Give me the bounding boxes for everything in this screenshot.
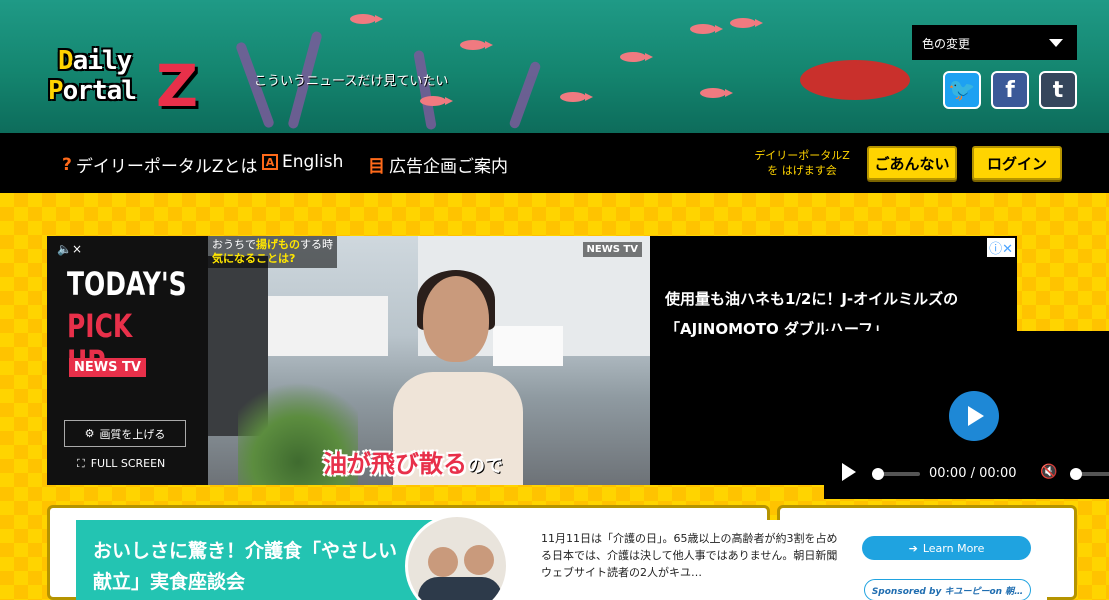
fish-decoration	[560, 92, 593, 102]
nav-about-label: デイリーポータルZとは	[75, 157, 258, 177]
fish-decoration	[690, 24, 723, 34]
channel-badge: NEWS TV	[582, 242, 642, 257]
header-banner: Daily Portal Z こういうニュースだけ見ていたい 色の変更 🐦 f …	[0, 0, 1109, 133]
play-button[interactable]	[842, 463, 856, 481]
nav-about[interactable]: ? デイリーポータルZとは	[62, 152, 258, 178]
color-select-label: 色の変更	[922, 37, 971, 51]
sponsored-ad-body: 11月11日は「介護の日」。65歳以上の高齢者が約3割を占める日本では、介護は決…	[541, 532, 838, 579]
learn-more-button[interactable]: ➔ Learn More	[862, 536, 1031, 560]
sponsored-ad-banner: おいしさに驚き！介護食「やさしい献立」実食座談会	[76, 520, 438, 600]
twitter-icon[interactable]: 🐦	[943, 71, 981, 109]
facebook-icon[interactable]: f	[991, 71, 1029, 109]
fish-decoration	[350, 14, 383, 24]
question-icon: ?	[62, 154, 72, 175]
nav-ads[interactable]: 目 広告企画ご案内	[368, 152, 508, 177]
fullscreen-label: FULL SCREEN	[90, 457, 166, 470]
logo-z: Z	[156, 52, 199, 120]
nav-english[interactable]: A English	[262, 152, 343, 172]
site-tagline: こういうニュースだけ見ていたい	[254, 74, 449, 89]
site-logo[interactable]: Daily Portal Z	[48, 46, 248, 120]
learn-more-label: Learn More	[922, 541, 985, 555]
guide-button[interactable]: ごあんない	[867, 146, 957, 180]
fish-decoration	[420, 96, 453, 106]
arrow-right-icon: ➔	[908, 541, 918, 555]
newstv-logo: NEWS TV	[69, 358, 146, 377]
nav-english-label: English	[282, 152, 344, 172]
fullscreen-icon: ⛶	[77, 457, 85, 470]
support-link[interactable]: デイリーポータルZ を はげます会	[748, 148, 856, 178]
fish-decoration	[700, 88, 733, 98]
quality-button[interactable]: ⚙ 画質を上げる	[64, 420, 186, 447]
video-ad-sidebar: 🔈× TODAY'S PICK UP NEWS TV ⚙ 画質を上げる ⛶ FU…	[47, 236, 208, 485]
chevron-down-icon	[1049, 39, 1063, 47]
login-button[interactable]: ログイン	[972, 146, 1062, 180]
seek-bar[interactable]	[872, 468, 920, 480]
settings-icon: ⚙	[84, 427, 95, 440]
video-frame[interactable]: おうちで揚げものする時 気になることは? NEWS TV 油が飛び散るので	[208, 236, 650, 485]
fish-decoration	[730, 18, 763, 28]
seaweed-decoration	[508, 60, 542, 130]
play-icon[interactable]	[949, 391, 999, 441]
today-text: TODAY'S	[67, 265, 187, 303]
player-time: 00:00 / 00:00	[929, 466, 1017, 481]
volume-mute-icon[interactable]: 🔇	[1040, 464, 1057, 480]
video-subtitle: 油が飛び散るので	[323, 450, 503, 478]
fish-decoration	[460, 40, 493, 50]
support-label: デイリーポータルZ を はげます会	[754, 149, 850, 177]
truck-background	[268, 296, 388, 356]
squid-decoration	[800, 60, 910, 100]
sponsored-ad-title: おいしさに驚き！介護食「やさしい献立」実食座談会	[93, 540, 398, 593]
quality-label: 画質を上げる	[99, 427, 166, 441]
seaweed-decoration	[413, 49, 437, 131]
fish-decoration	[620, 52, 653, 62]
color-change-select[interactable]: 色の変更	[912, 25, 1077, 60]
mute-icon[interactable]: 🔈×	[57, 242, 82, 256]
sponsored-by-badge[interactable]: Sponsored by キユーピーon 朝…	[864, 579, 1031, 600]
tumblr-icon[interactable]: t	[1039, 71, 1077, 109]
floating-video-player[interactable]: 00:00 / 00:00 🔇	[824, 331, 1109, 499]
fullscreen-button[interactable]: ⛶ FULL SCREEN	[77, 457, 165, 471]
logo-text: Portal	[48, 76, 137, 106]
volume-slider[interactable]	[1070, 468, 1109, 480]
english-icon: A	[262, 154, 278, 170]
ad-info-icon[interactable]: ⓘ✕	[987, 238, 1015, 257]
sponsored-ad[interactable]: おいしさに驚き！介護食「やさしい献立」実食座談会 11月11日は「介護の日」。6…	[76, 514, 1047, 600]
logo-text: Daily	[58, 46, 132, 76]
video-caption-top: おうちで揚げものする時 気になることは?	[208, 236, 337, 268]
player-controls: 00:00 / 00:00 🔇	[824, 459, 1109, 489]
nav-ads-label: 広告企画ご案内	[389, 157, 508, 177]
document-icon: 目	[368, 157, 385, 177]
